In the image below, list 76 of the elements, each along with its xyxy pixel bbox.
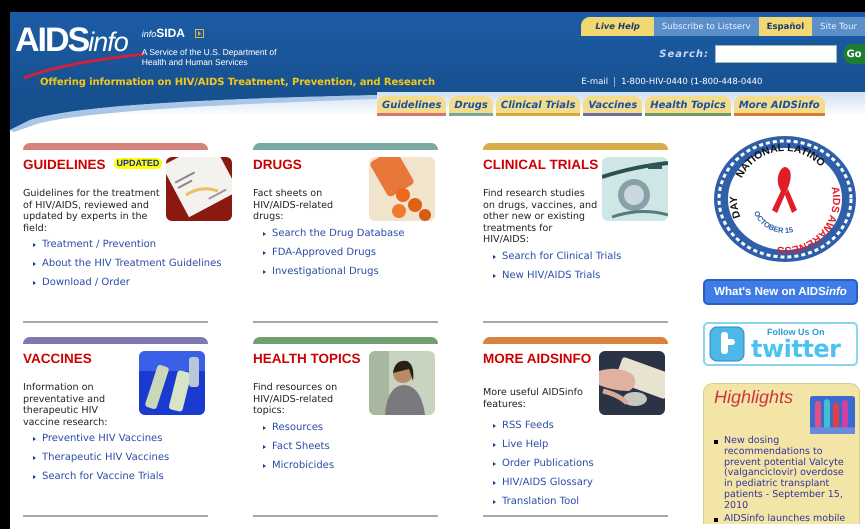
card-link[interactable]: Translation Tool [502, 496, 580, 508]
highlights-title: Highlights [714, 388, 794, 407]
card-title: HEALTH TOPICS [253, 350, 361, 368]
card-link[interactable]: Microbicides [272, 460, 334, 472]
card-link[interactable]: Therapeutic HIV Vaccines [42, 452, 170, 464]
card-link[interactable]: Investigational Drugs [272, 266, 379, 278]
top-link[interactable]: Live Help [581, 17, 654, 36]
bullet-icon [714, 518, 718, 522]
arrow-icon[interactable] [194, 28, 204, 38]
card-link[interactable]: Search for Vaccine Trials [42, 471, 164, 483]
bullet-icon [493, 500, 496, 504]
top-link[interactable]: Español [758, 17, 812, 36]
search-label: Search: [659, 48, 709, 60]
card-title: GUIDELINES [23, 156, 106, 174]
bullet-icon [493, 443, 496, 447]
bullet-icon [263, 444, 266, 448]
card-link[interactable]: Live Help [502, 439, 548, 451]
bullet-icon [263, 270, 266, 274]
site-logo[interactable]: AIDSinfo [15, 18, 128, 64]
sister-site-link[interactable]: infoSIDA [142, 26, 185, 40]
updated-badge: UPDATED [114, 158, 162, 169]
card-description: More useful AIDSinfo features: [483, 387, 584, 412]
bullet-icon [33, 437, 36, 441]
bullet-icon [263, 464, 266, 468]
card-link[interactable]: Resources [272, 422, 324, 434]
bullet-icon [493, 424, 496, 428]
whats-new-button[interactable]: What's New on AIDSinfo [703, 279, 858, 305]
card-link[interactable]: RSS Feeds [502, 420, 554, 432]
nav-tab[interactable]: Clinical Trials [496, 96, 580, 116]
email-link[interactable]: E-mail [581, 77, 616, 87]
bullet-icon [714, 440, 718, 444]
bullet-icon [263, 232, 266, 236]
card-link[interactable]: Search for Clinical Trials [502, 250, 622, 262]
bullet-icon [263, 250, 266, 254]
nav-tab[interactable]: More AIDSinfo [734, 96, 825, 116]
card-link[interactable]: New HIV/AIDS Trials [502, 270, 600, 282]
bullet-icon [33, 456, 36, 460]
card-link[interactable]: Preventive HIV Vaccines [42, 433, 162, 445]
card-link[interactable]: Search the Drug Database [272, 228, 405, 240]
card-link[interactable]: Fact Sheets [272, 440, 330, 452]
nav-tab[interactable]: Health Topics [645, 96, 731, 116]
card-description: Guidelines for the treatment of HIV/AIDS, reviewed and updated by experts in the field: [23, 188, 161, 234]
card-link[interactable]: Download / Order [42, 277, 130, 289]
card-description: Fact sheets on HIV/AIDS-related drugs: [253, 188, 334, 222]
card-title: CLINICAL TRIALS [483, 156, 598, 174]
search-field[interactable] [715, 45, 837, 63]
phone-number: 1-800-HIV-0440 (1-800-448-0440 [621, 77, 762, 87]
bullet-icon [33, 243, 36, 247]
highlight-link[interactable]: New dosing recommendations to prevent potential Valcyte (valganciclovir) overdose in pediatric transplant patients - September 15, 2010 [724, 436, 855, 512]
bullet-icon [33, 262, 36, 266]
bullet-icon [493, 462, 496, 466]
card-description: Find research studies on drugs, vaccines, and other new or existing treatments for HIV/AIDS: [483, 188, 598, 246]
card-title: DRUGS [253, 156, 302, 174]
bullet-icon [493, 481, 496, 485]
nav-tab[interactable]: Guidelines [377, 96, 446, 116]
nav-tab[interactable]: Vaccines [583, 96, 642, 116]
bullet-icon [493, 274, 496, 278]
card-link[interactable]: About the HIV Treatment Guidelines [42, 258, 222, 270]
card-description: Find resources on HIV/AIDS-related topics: [253, 382, 338, 416]
card-link[interactable]: Treatment / Prevention [42, 239, 156, 251]
bullet-icon [493, 254, 496, 258]
tagline: Offering information on HIV/AIDS Treatment, Prevention, and Research [39, 76, 436, 88]
card-link[interactable]: HIV/AIDS Glossary [502, 477, 593, 489]
card-link[interactable]: FDA-Approved Drugs [272, 246, 376, 258]
highlight-link[interactable]: AIDSinfo launches mobile [724, 514, 855, 524]
tile-icon [709, 326, 745, 362]
bullet-icon [33, 475, 36, 479]
nav-tab[interactable]: Drugs [449, 96, 493, 116]
agency-text: A Service of the U.S. Department of Health and Human Services [142, 48, 277, 67]
bullet-icon [263, 426, 266, 430]
card-link[interactable]: Order Publications [502, 458, 594, 470]
go-button[interactable]: Go [843, 44, 865, 64]
card-title: MORE AIDSINFO [483, 350, 592, 368]
card-title: VACCINES [23, 350, 92, 368]
card-description: Information on preventative and therapeutic HIV vaccine research: [23, 382, 109, 428]
bullet-icon [33, 281, 36, 285]
